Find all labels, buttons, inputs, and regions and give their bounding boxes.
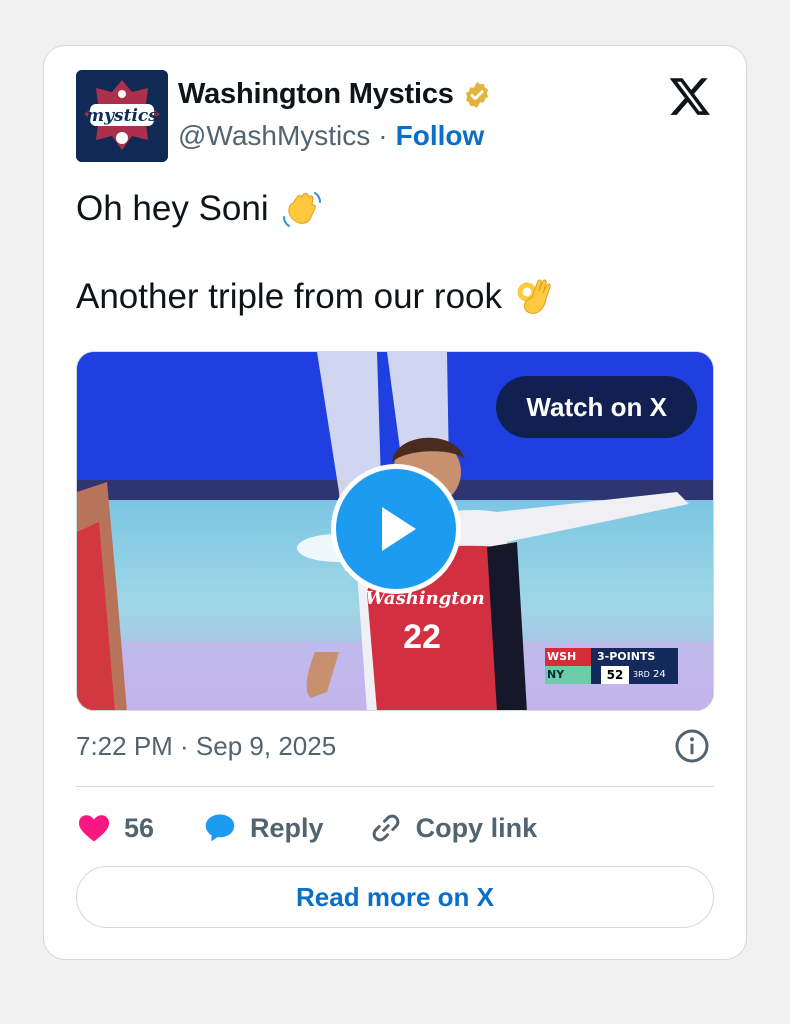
mystics-logo-icon: mystics [76,70,168,162]
author-name-row: Washington Mystics [178,78,492,111]
info-icon[interactable] [674,728,710,764]
heart-icon [79,815,109,842]
tweet-line-text: Another triple from our rook [76,277,503,316]
reply-button[interactable]: Reply [202,810,324,846]
scorebug-clock: 24 [653,669,666,680]
tweet-line-text: Oh hey Soni [76,189,269,228]
like-count: 56 [124,812,155,843]
tweet-embed-card: mystics Washington Mystics @WashMystics … [43,45,747,960]
author-display-name[interactable]: Washington Mystics [178,78,454,111]
tweet-timestamp[interactable]: 7:22 PM · Sep 9, 2025 [76,731,336,762]
x-logo-icon[interactable] [668,74,712,118]
watch-on-x-button[interactable]: Watch on X [496,376,697,438]
scorebug-label: 3-POINTS [591,648,678,666]
avatar-logo-text: mystics [86,106,158,126]
ok-hand-icon [517,279,551,314]
author-handle[interactable]: @WashMystics [178,120,370,152]
tweet-line: Oh hey Soni [76,186,716,232]
tweet-line: Another triple from our rook [76,274,716,320]
scorebug-away-team: NY [545,666,591,684]
copy-link-button[interactable]: Copy link [368,810,538,846]
video-player[interactable]: Washington 22 Watch on X WSH NY 3-POINTS… [76,351,714,711]
like-button[interactable]: 56 [76,810,154,846]
author-handle-row: @WashMystics · Follow [178,120,484,152]
scorebug-period: 3RD [633,670,650,679]
tweet-text: Oh hey Soni Another triple from our rook [76,186,716,320]
handle-separator: · [378,120,388,151]
link-icon [372,814,399,842]
copy-link-label: Copy link [415,812,538,843]
scorebug-score: 52 [601,666,629,684]
play-icon [382,507,416,551]
tweet-actions: 56 Reply Copy link [76,808,537,848]
read-more-button[interactable]: Read more on X [76,866,714,928]
divider [76,786,714,787]
follow-button[interactable]: Follow [396,120,485,152]
jersey-number: 22 [403,618,441,656]
author-avatar[interactable]: mystics [76,70,168,162]
play-button[interactable] [331,464,461,594]
reply-label: Reply [250,812,324,843]
verified-badge-icon [465,81,488,108]
waving-hand-icon [282,192,321,227]
speech-bubble-icon [205,814,235,842]
scorebug-home-team: WSH [545,648,591,666]
scorebug: WSH NY 3-POINTS 52 3RD 24 [545,648,678,684]
